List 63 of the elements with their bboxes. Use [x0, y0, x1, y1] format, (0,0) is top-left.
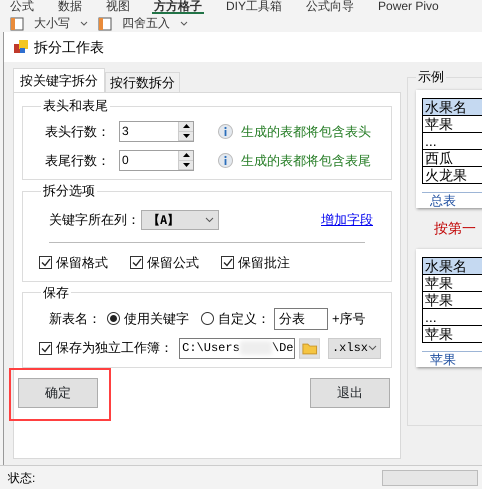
sheet-name-field[interactable]: 分表 — [274, 308, 328, 330]
caret-icon[interactable] — [205, 217, 214, 223]
info-icon — [218, 124, 233, 139]
suffix-label: +序号 — [332, 310, 366, 328]
ribbon-tab[interactable]: 公式向导 — [304, 0, 356, 14]
ribbon-tab[interactable]: 视图 — [104, 0, 132, 14]
ribbon-tool-button[interactable]: 大小写 — [34, 14, 70, 32]
table-cell: 水果名 — [422, 98, 482, 116]
group-title: 拆分选项 — [42, 184, 96, 198]
ribbon-tab[interactable]: 公式 — [8, 0, 36, 14]
hint-text: 生成的表都将包含表尾 — [241, 152, 371, 170]
radio-button[interactable] — [107, 312, 120, 325]
number-spinner[interactable]: 0 — [119, 150, 194, 171]
caret-icon[interactable] — [80, 20, 88, 26]
radio-label: 使用关键字 — [124, 310, 189, 328]
checkbox[interactable] — [130, 256, 143, 270]
add-field-link[interactable]: 增加字段 — [321, 210, 373, 230]
ok-button[interactable]: 确定 — [18, 378, 98, 408]
field-label: 表头行数： — [45, 122, 111, 141]
app-icon — [14, 40, 28, 54]
table-cell: 火龙果 — [422, 166, 482, 184]
field-label: 新表名： — [49, 310, 102, 328]
table-cell: 苹果 — [422, 274, 482, 292]
number-spinner[interactable]: 3 — [119, 121, 194, 142]
group-title: 保存 — [42, 286, 70, 300]
ribbon-tool-button[interactable]: 四舍五入 — [122, 14, 170, 32]
field-label: 表尾行数： — [45, 152, 111, 170]
ribbon-tab[interactable]: Power Pivo — [376, 0, 441, 14]
caret-icon[interactable] — [368, 345, 377, 351]
ribbon-tab[interactable]: 数据 — [56, 0, 84, 14]
table-cell: 水果名 — [422, 258, 482, 274]
table-cell: 苹果 — [422, 116, 482, 132]
table-cell: 西瓜 — [422, 150, 482, 166]
checkbox-label: 保留批注 — [238, 254, 290, 272]
group-title: 表头和表尾 — [42, 99, 109, 113]
ribbon-tab[interactable]: DIY工具箱 — [224, 0, 284, 14]
radio-label: 自定义： — [218, 310, 270, 328]
caret-icon[interactable] — [180, 20, 188, 26]
checkbox-label: 保存为独立工作簿： — [56, 339, 174, 358]
window-title: 拆分工作表 — [34, 38, 104, 56]
format-dropdown[interactable]: .xlsx — [328, 338, 381, 358]
checkbox[interactable] — [221, 256, 234, 270]
dialog-tab[interactable]: 按行数拆分 — [105, 72, 180, 92]
table-cell: ... — [422, 132, 482, 150]
dialog-tab[interactable]: 按关键字拆分 — [13, 68, 105, 92]
checkbox[interactable] — [39, 256, 52, 270]
group-title: 示例 — [417, 70, 445, 84]
table-cell: 苹果 — [422, 292, 482, 308]
checkbox[interactable] — [39, 342, 52, 354]
status-label: 状态: — [8, 470, 36, 486]
exit-button[interactable]: 退出 — [310, 378, 390, 408]
example-caption: 按第一 — [433, 219, 477, 238]
checkbox-label: 保留公式 — [147, 254, 199, 272]
radio-button[interactable] — [201, 312, 214, 325]
hint-text: 生成的表都将包含表头 — [241, 122, 371, 141]
info-icon — [218, 153, 233, 168]
table-cell: ... — [422, 308, 482, 326]
folder-icon[interactable] — [298, 338, 320, 358]
field-label: 关键字所在列： — [49, 211, 141, 230]
table-cell: 苹果 — [422, 326, 482, 342]
checkbox-label: 保留格式 — [56, 254, 108, 272]
path-field[interactable]: C:\Users \De — [179, 338, 294, 358]
column-dropdown[interactable]: 【A】 — [141, 210, 219, 230]
